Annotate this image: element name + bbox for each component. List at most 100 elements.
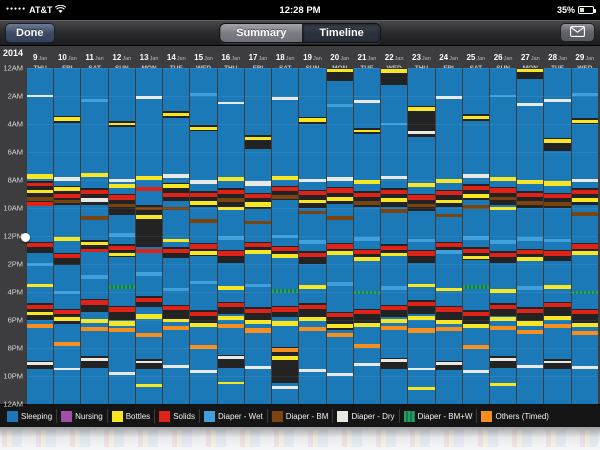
event-dry[interactable] (571, 366, 598, 369)
event-solids[interactable] (108, 307, 135, 312)
event-wet[interactable] (381, 286, 408, 290)
event-bottles[interactable] (544, 315, 571, 320)
event-bottles[interactable] (217, 177, 244, 182)
event-bottles[interactable] (27, 283, 54, 288)
event-solids[interactable] (489, 304, 517, 309)
event-bottles[interactable] (54, 317, 81, 322)
event-bottles[interactable] (27, 311, 54, 316)
event-bottles[interactable] (381, 318, 408, 323)
event-dry[interactable] (571, 178, 598, 183)
event-dry[interactable] (435, 362, 462, 365)
event-bmw[interactable] (571, 290, 598, 295)
event-bottles[interactable] (408, 107, 435, 111)
event-bottles[interactable] (272, 356, 299, 360)
event-wet[interactable] (517, 237, 544, 241)
event-gap[interactable] (135, 205, 163, 248)
event-wet[interactable] (135, 272, 163, 276)
event-solids[interactable] (326, 313, 353, 318)
event-dry[interactable] (190, 370, 217, 374)
event-bottles[interactable] (135, 215, 163, 219)
event-solids[interactable] (571, 244, 598, 249)
day-column[interactable]: 12JanSUN (108, 46, 135, 404)
event-solids[interactable] (517, 192, 544, 197)
event-solids[interactable] (81, 189, 108, 194)
event-others[interactable] (27, 324, 54, 329)
event-bottles[interactable] (244, 320, 272, 325)
event-bottles[interactable] (135, 314, 163, 319)
event-dry[interactable] (544, 98, 571, 102)
event-solids[interactable] (435, 243, 462, 248)
event-bm[interactable] (462, 205, 489, 209)
event-bottles[interactable] (190, 322, 217, 327)
event-bottles[interactable] (163, 238, 190, 243)
event-bm[interactable] (326, 216, 353, 220)
event-bottles[interactable] (462, 255, 489, 260)
event-bottles[interactable] (81, 173, 108, 178)
event-bm[interactable] (81, 216, 108, 220)
event-solids[interactable] (544, 303, 571, 308)
event-solids[interactable] (108, 195, 135, 200)
event-bottles[interactable] (272, 254, 299, 258)
event-wet[interactable] (462, 236, 489, 240)
event-bottles[interactable] (163, 318, 190, 323)
event-bottles[interactable] (299, 118, 326, 122)
event-bottles[interactable] (517, 180, 544, 185)
event-dry[interactable] (299, 369, 326, 372)
event-dry[interactable] (381, 359, 408, 362)
event-solids[interactable] (135, 248, 163, 253)
event-dry[interactable] (163, 174, 190, 178)
event-solids[interactable] (190, 192, 217, 197)
event-solids[interactable] (408, 251, 435, 256)
tab-summary[interactable]: Summary (220, 23, 303, 42)
event-others[interactable] (217, 324, 244, 329)
event-dry[interactable] (163, 364, 190, 368)
timeline-overview-scrubber[interactable] (0, 427, 600, 450)
event-dry[interactable] (272, 385, 299, 389)
event-solids[interactable] (544, 194, 571, 199)
day-column[interactable]: 13JanMON (135, 46, 163, 404)
event-bottles[interactable] (299, 285, 326, 289)
event-wet[interactable] (163, 287, 190, 292)
event-solids[interactable] (326, 244, 353, 249)
event-dry[interactable] (190, 180, 217, 185)
event-solids[interactable] (408, 195, 435, 200)
event-bm[interactable] (54, 199, 81, 204)
day-column[interactable]: 29JanWED (571, 46, 598, 404)
event-solids[interactable] (435, 307, 462, 312)
event-solids[interactable] (353, 310, 381, 315)
event-bottles[interactable] (217, 315, 244, 320)
event-bottles[interactable] (489, 317, 517, 322)
event-bottles[interactable] (571, 322, 598, 327)
event-solids[interactable] (244, 243, 272, 248)
event-bottles[interactable] (353, 129, 381, 133)
event-others[interactable] (81, 327, 108, 331)
event-dry[interactable] (353, 363, 381, 367)
time-scrubber-handle[interactable] (21, 233, 30, 242)
event-wet[interactable] (571, 93, 598, 96)
event-solids[interactable] (489, 188, 517, 193)
event-wet[interactable] (489, 94, 517, 98)
event-bottles[interactable] (217, 286, 244, 290)
event-dry[interactable] (544, 360, 571, 364)
event-others[interactable] (299, 327, 326, 332)
event-bottles[interactable] (190, 251, 217, 255)
event-dry[interactable] (435, 96, 462, 99)
event-bottles[interactable] (517, 69, 544, 73)
event-wet[interactable] (299, 240, 326, 244)
event-bm[interactable] (27, 196, 54, 201)
event-dry[interactable] (353, 100, 381, 103)
event-bottles[interactable] (408, 387, 435, 390)
event-bottles[interactable] (27, 174, 54, 179)
event-bottles[interactable] (435, 287, 462, 292)
day-column[interactable]: 18JanSAT (272, 46, 299, 404)
event-others[interactable] (489, 325, 517, 330)
event-bottles[interactable] (190, 201, 217, 205)
event-wet[interactable] (326, 282, 353, 286)
event-bottles[interactable] (244, 136, 272, 141)
event-solids[interactable] (27, 243, 54, 247)
event-solids[interactable] (54, 254, 81, 259)
event-bottles[interactable] (54, 237, 81, 241)
event-solids[interactable] (408, 301, 435, 306)
event-others[interactable] (108, 328, 135, 332)
event-solids[interactable] (489, 252, 517, 257)
